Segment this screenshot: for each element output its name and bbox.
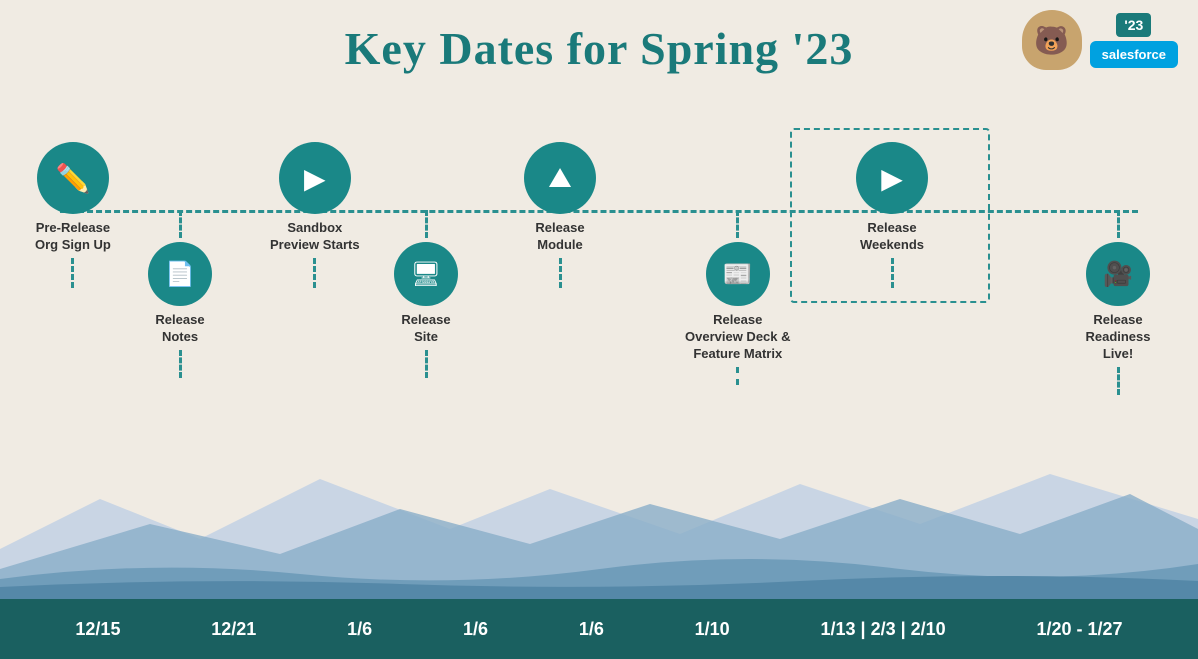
release-readiness-label: Release ReadinessLive!	[1063, 312, 1173, 363]
date-16b: 1/6	[463, 619, 488, 640]
logo-area: 🐻 '23 salesforce	[1022, 10, 1178, 70]
play-icon-weekends: ▶	[856, 142, 928, 214]
release-overview-connector-top	[736, 210, 739, 238]
pre-release-connector	[71, 258, 74, 288]
date-bar: 12/15 12/21 1/6 1/6 1/6 1/10 1/13 | 2/3 …	[0, 599, 1198, 659]
monitor-icon: 🖥	[394, 242, 458, 306]
date-readiness: 1/20 - 1/27	[1037, 619, 1123, 640]
item-release-readiness: 🎥 Release ReadinessLive!	[1063, 210, 1173, 395]
release-module-label: ReleaseModule	[535, 220, 584, 254]
item-release-module: ⛰ ReleaseModule	[524, 142, 596, 288]
mountain-icon: ⛰	[524, 142, 596, 214]
mascot-icon: 🐻	[1022, 10, 1082, 70]
release-weekends-connector	[891, 258, 894, 288]
date-16c: 1/6	[579, 619, 604, 640]
release-overview-label: ReleaseOverview Deck &Feature Matrix	[685, 312, 791, 363]
camera-icon: 🎥	[1086, 242, 1150, 306]
release-site-label: ReleaseSite	[401, 312, 450, 346]
release-weekends-label: ReleaseWeekends	[860, 220, 924, 254]
item-release-weekends: ▶ ReleaseWeekends	[856, 142, 928, 288]
page-title: Key Dates for Spring '23	[0, 0, 1198, 75]
release-notes-connector-bottom	[179, 350, 182, 378]
item-release-overview: 📰 ReleaseOverview Deck &Feature Matrix	[685, 210, 791, 385]
spring23-badge: '23	[1116, 13, 1151, 37]
release-module-connector	[559, 258, 562, 288]
release-readiness-connector-bottom	[1117, 367, 1120, 395]
date-110: 1/10	[695, 619, 730, 640]
play-icon-sandbox: ▶	[279, 142, 351, 214]
grid-icon: 📰	[706, 242, 770, 306]
release-notes-connector-top	[179, 210, 182, 238]
sandbox-connector	[313, 258, 316, 288]
page-wrapper: Key Dates for Spring '23 🐻 '23 salesforc…	[0, 0, 1198, 659]
pencil-icon: ✏️	[37, 142, 109, 214]
release-readiness-connector-top	[1117, 210, 1120, 238]
sandbox-preview-label: SandboxPreview Starts	[270, 220, 360, 254]
release-site-connector-bottom	[425, 350, 428, 378]
release-site-connector-top	[425, 210, 428, 238]
salesforce-logo: salesforce	[1090, 41, 1178, 68]
item-release-site: 🖥 ReleaseSite	[394, 210, 458, 378]
pre-release-label: Pre-ReleaseOrg Sign Up	[35, 220, 111, 254]
date-weekends: 1/13 | 2/3 | 2/10	[821, 619, 946, 640]
timeline-area: ✏️ Pre-ReleaseOrg Sign Up ▶ SandboxPrevi…	[0, 120, 1198, 560]
date-1215: 12/15	[75, 619, 120, 640]
item-release-notes: 📄 ReleaseNotes	[148, 210, 212, 378]
release-notes-label: ReleaseNotes	[155, 312, 204, 346]
date-16a: 1/6	[347, 619, 372, 640]
date-1221: 12/21	[211, 619, 256, 640]
release-overview-connector-bottom	[736, 367, 739, 385]
item-sandbox-preview: ▶ SandboxPreview Starts	[270, 142, 360, 288]
notes-icon: 📄	[148, 242, 212, 306]
item-pre-release: ✏️ Pre-ReleaseOrg Sign Up	[35, 142, 111, 288]
